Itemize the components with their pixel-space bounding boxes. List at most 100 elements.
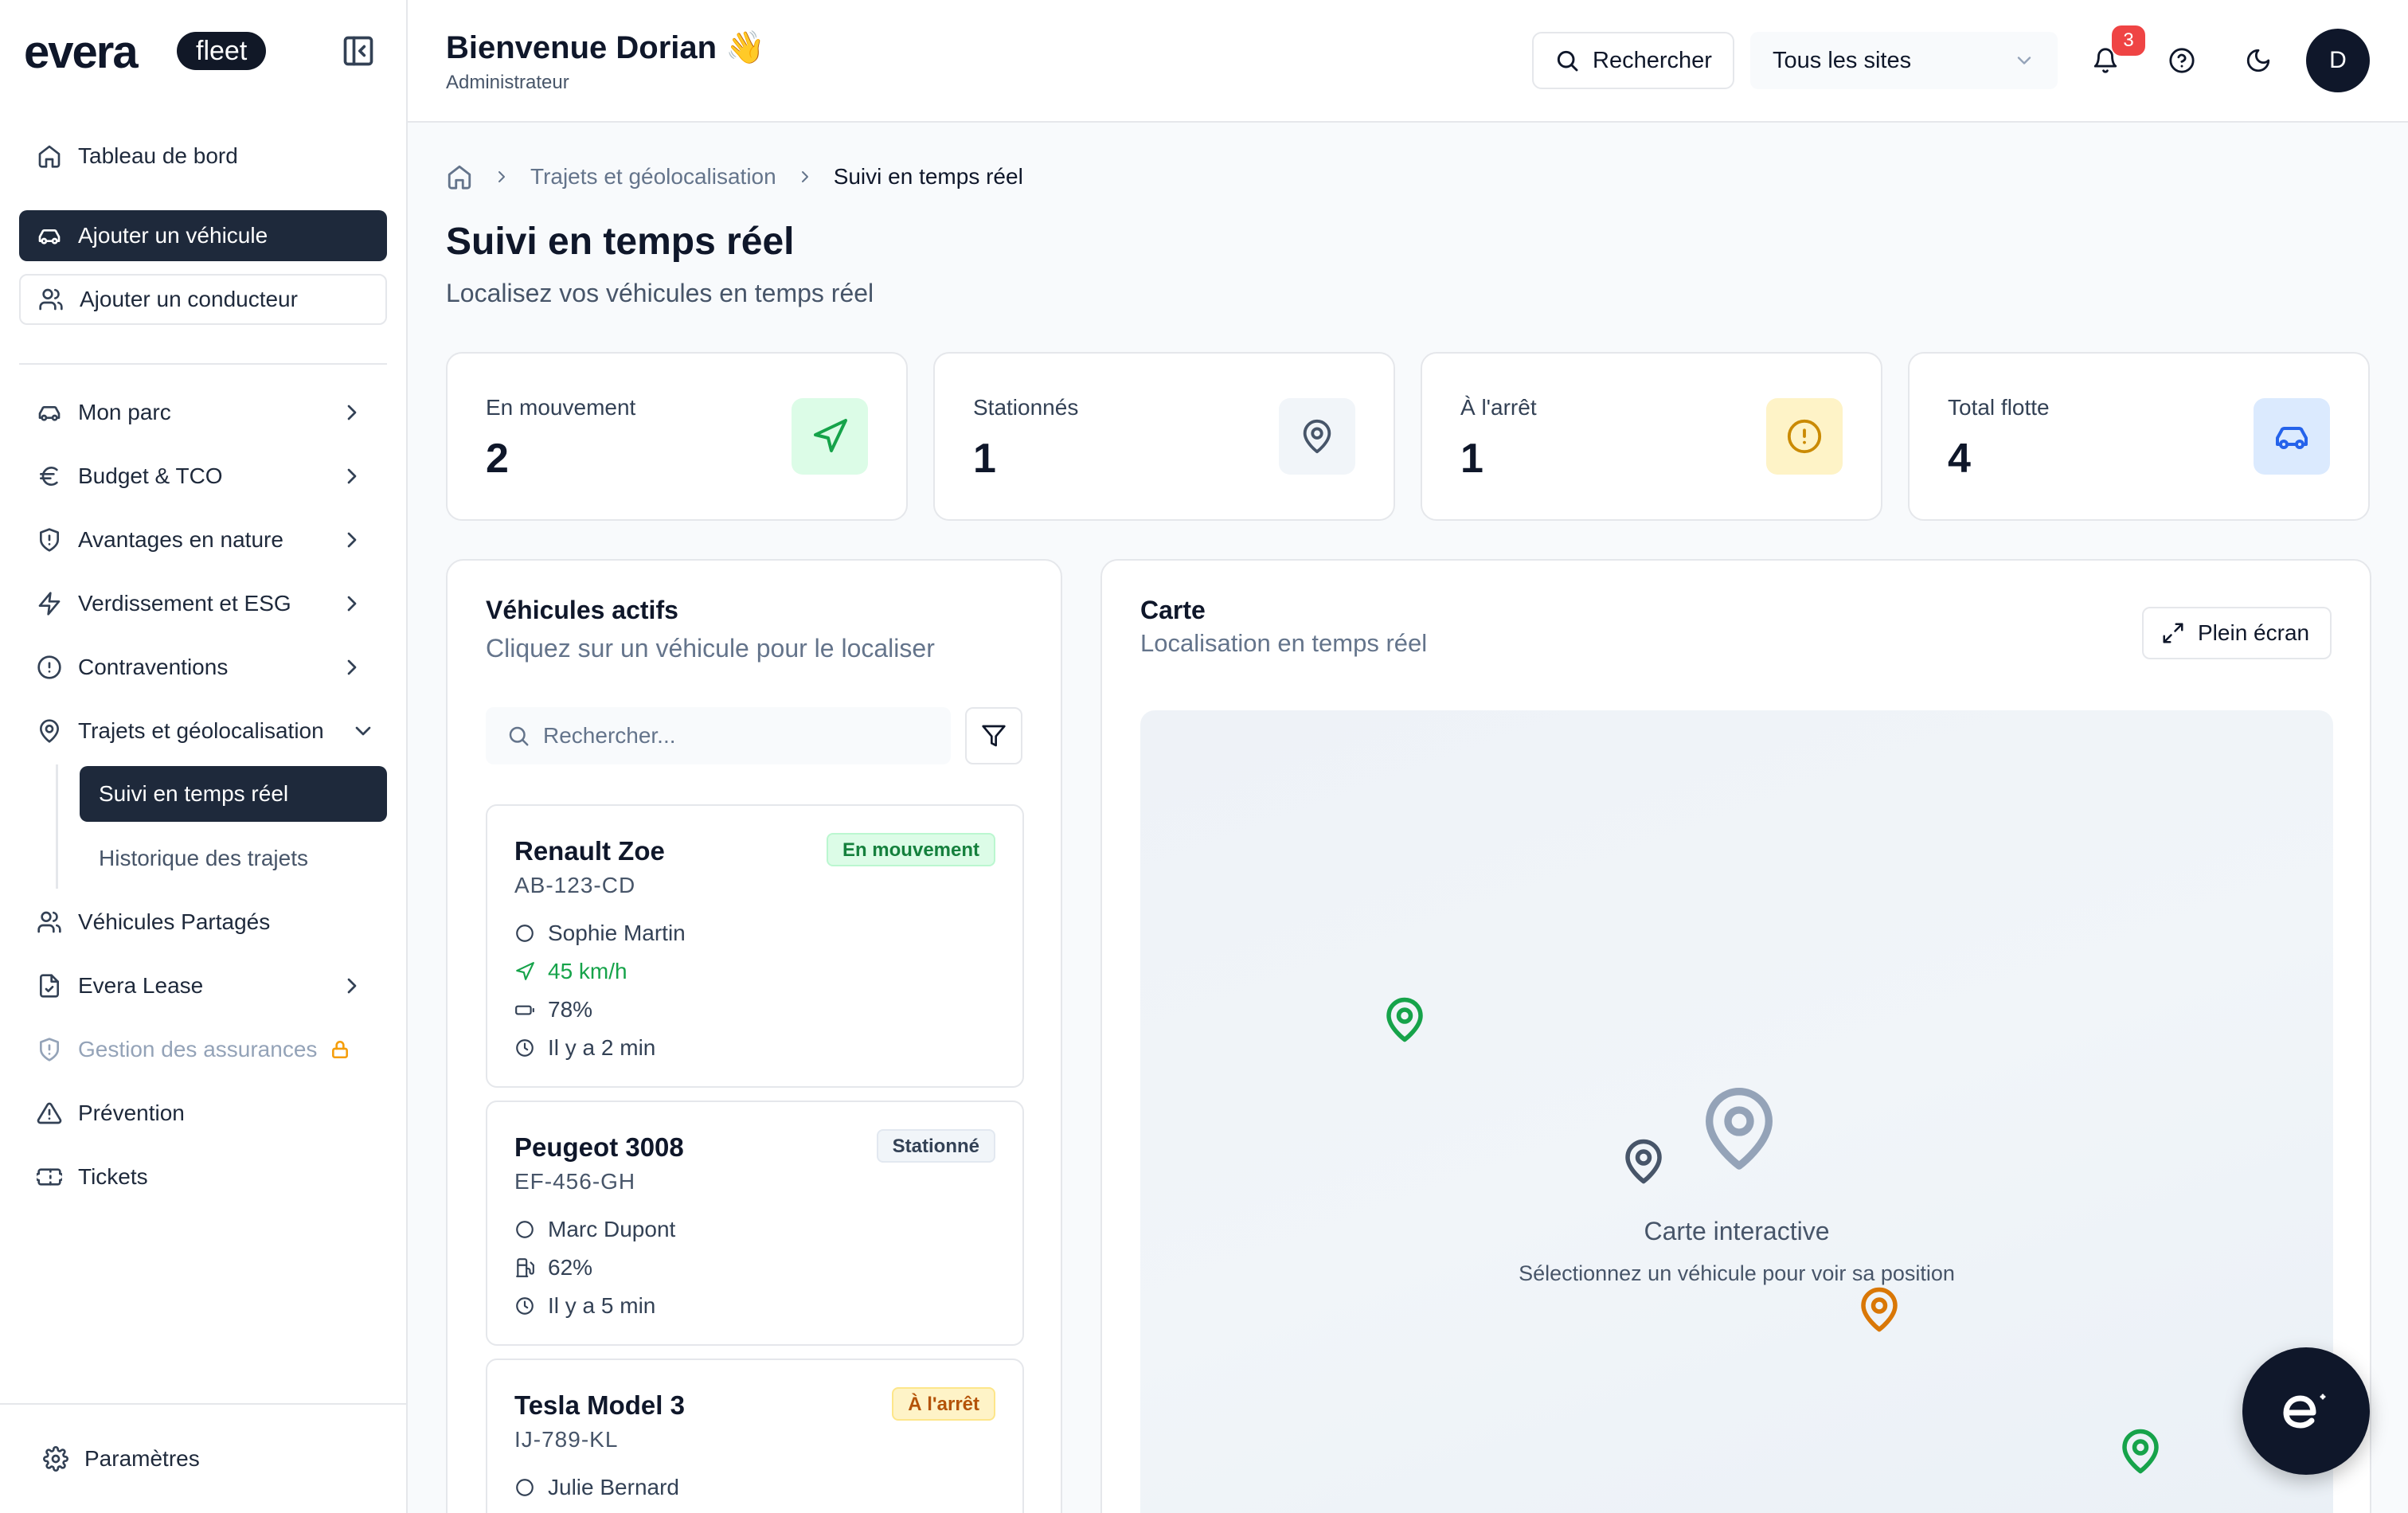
add-driver-label: Ajouter un conducteur (80, 287, 298, 311)
clock-icon (516, 1039, 534, 1057)
site-select[interactable]: Tous les sites (1750, 32, 2058, 89)
sidebar-item-prevention[interactable]: Prévention (19, 1088, 387, 1139)
time-row: Il y a 5 min (514, 1290, 655, 1322)
sidebar-item-label: Prévention (78, 1101, 185, 1125)
sidebar-subitem-suivi[interactable]: Suivi en temps réel (80, 766, 387, 822)
users-icon (37, 911, 61, 933)
sidebar-item-contraventions[interactable]: Contraventions (19, 642, 387, 693)
help-button[interactable] (2163, 41, 2201, 80)
sidebar-item-mon-parc[interactable]: Mon parc (19, 387, 387, 438)
sidebar-item-vehicules-partages[interactable]: Véhicules Partagés (19, 897, 387, 948)
sidebar-collapse-icon[interactable] (341, 33, 376, 68)
search-icon (509, 726, 529, 746)
stat-label: Stationnés (973, 395, 1079, 420)
car-icon (38, 229, 61, 244)
filter-button[interactable] (965, 707, 1022, 764)
status-badge: En mouvement (826, 833, 995, 866)
lock-icon (332, 1040, 349, 1059)
stat-label: Total flotte (1948, 395, 2050, 420)
stat-card-stopped: À l'arrêt 1 (1421, 352, 1882, 521)
sidebar-item-label: Verdissement et ESG (78, 591, 291, 616)
expand-icon (2163, 623, 2183, 643)
sidebar-item-trajets[interactable]: Trajets et géolocalisation (19, 706, 387, 756)
sidebar-item-dashboard[interactable]: Tableau de bord (19, 131, 387, 182)
stat-card-parked: Stationnés 1 (933, 352, 1395, 521)
evera-assistant-icon (2283, 1394, 2326, 1429)
chevron-right-icon (347, 659, 357, 675)
alert-circle-icon (37, 655, 61, 679)
sidebar-item-budget[interactable]: Budget & TCO (19, 451, 387, 502)
panel-subtitle: Cliquez sur un véhicule pour le localise… (486, 634, 935, 663)
stat-value: 4 (1948, 436, 1971, 482)
map-panel: Carte Localisation en temps réel Plein é… (1100, 559, 2371, 1513)
sidebar-subitem-label: Suivi en temps réel (99, 781, 289, 806)
driver-row: Marc Dupont (514, 1214, 675, 1245)
home-icon (38, 145, 61, 168)
fullscreen-button[interactable]: Plein écran (2142, 607, 2332, 659)
interactive-map[interactable]: Carte interactive Sélectionnez un véhicu… (1140, 710, 2333, 1513)
stat-value: 1 (1460, 436, 1484, 482)
file-icon (40, 974, 59, 998)
active-vehicles-panel: Véhicules actifs Cliquez sur un véhicule… (446, 559, 1062, 1513)
alert-triangle-icon (37, 1102, 62, 1124)
sidebar-subitem-historique[interactable]: Historique des trajets (80, 831, 387, 886)
fuel-row: 62% (514, 1252, 592, 1284)
home-icon[interactable] (446, 163, 473, 190)
global-search-button[interactable]: Rechercher (1532, 32, 1734, 89)
panel-title: Carte (1140, 596, 1206, 624)
vehicle-name: Renault Zoe (514, 836, 665, 866)
breadcrumb-section-link[interactable]: Trajets et géolocalisation (530, 164, 776, 190)
sidebar-divider (19, 363, 387, 365)
vehicle-card[interactable]: Peugeot 3008 EF-456-GH Stationné Marc Du… (486, 1101, 1024, 1346)
vehicle-card[interactable]: Renault Zoe AB-123-CD En mouvement Sophi… (486, 804, 1024, 1088)
map-pin-parked-icon[interactable] (1620, 1137, 1667, 1190)
circle-icon (516, 1221, 534, 1238)
sidebar-item-label: Avantages en nature (78, 527, 283, 552)
breadcrumb-current: Suivi en temps réel (833, 164, 1023, 189)
sidebar-item-evera-lease[interactable]: Evera Lease (19, 960, 387, 1011)
add-vehicle-button[interactable]: Ajouter un véhicule (19, 210, 387, 261)
assistant-fab-button[interactable] (2242, 1347, 2370, 1475)
user-role: Administrateur (446, 72, 569, 93)
stat-label: À l'arrêt (1460, 395, 1537, 420)
sidebar-item-label: Tableau de bord (78, 143, 238, 168)
shield-icon (40, 528, 59, 552)
chevron-down-icon (2017, 57, 2031, 65)
sidebar-item-tickets[interactable]: Tickets (19, 1151, 387, 1202)
stat-value: 1 (973, 436, 996, 482)
breadcrumb: Trajets et géolocalisation Suivi en temp… (446, 158, 1023, 196)
chevron-right-icon (347, 596, 357, 612)
sidebar-item-verdissement[interactable]: Verdissement et ESG (19, 578, 387, 629)
vehicle-plate: IJ-789-KL (514, 1427, 619, 1452)
map-pin-moving-icon[interactable] (1381, 995, 1429, 1048)
shield-icon (40, 1038, 59, 1061)
vehicle-search-input[interactable] (543, 723, 941, 749)
sidebar-item-settings[interactable]: Paramètres (25, 1433, 393, 1484)
circle-icon (516, 925, 534, 942)
stat-value: 2 (486, 436, 509, 482)
vehicle-card[interactable]: Tesla Model 3 IJ-789-KL À l'arrêt Julie … (486, 1359, 1024, 1513)
driver-row: Julie Bernard (514, 1472, 679, 1503)
help-circle-icon (2169, 48, 2195, 73)
sidebar-item-avantages[interactable]: Avantages en nature (19, 514, 387, 565)
brand-logo[interactable]: evera fleet (24, 26, 376, 78)
user-avatar[interactable]: D (2306, 29, 2370, 92)
sidebar-item-label: Contraventions (78, 655, 229, 679)
theme-toggle-button[interactable] (2239, 41, 2277, 80)
map-placeholder-title: Carte interactive (1644, 1217, 1830, 1245)
panel-title: Véhicules actifs (486, 596, 678, 624)
sidebar-item-label: Budget & TCO (78, 463, 223, 488)
navigation-icon (792, 398, 868, 475)
map-pin-moving-icon[interactable] (2117, 1427, 2164, 1480)
stat-card-total: Total flotte 4 (1908, 352, 2370, 521)
map-pin-stopped-icon[interactable] (1855, 1285, 1903, 1338)
chevron-right-icon (347, 532, 357, 548)
sidebar-item-label: Paramètres (84, 1446, 200, 1471)
map-pin-icon (40, 719, 59, 743)
zap-icon (38, 592, 61, 616)
add-driver-button[interactable]: Ajouter un conducteur (19, 274, 387, 325)
time-row: Il y a 2 min (514, 1032, 655, 1064)
moon-icon (2246, 49, 2270, 72)
circle-icon (516, 1479, 534, 1496)
gear-icon (43, 1446, 68, 1472)
